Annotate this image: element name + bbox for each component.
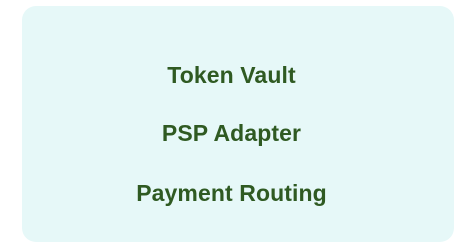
component-label-payment-routing: Payment Routing [136,180,327,206]
component-label-psp-adapter: PSP Adapter [161,120,302,146]
component-label-token-vault: Token Vault [167,62,296,88]
